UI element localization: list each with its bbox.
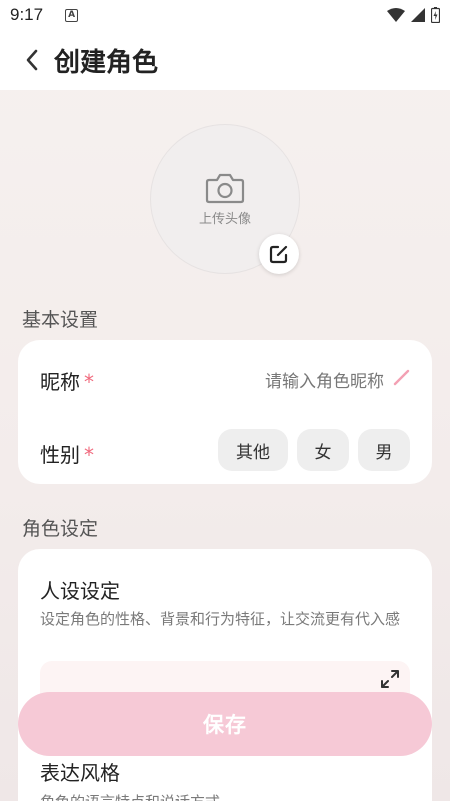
- gender-option-other[interactable]: 其他: [218, 429, 288, 471]
- pencil-icon[interactable]: [392, 367, 412, 387]
- gender-label: 性别 *: [40, 439, 94, 468]
- role-settings-title: 角色设定: [22, 518, 99, 540]
- edit-avatar-button[interactable]: [259, 234, 299, 274]
- save-button[interactable]: 保存: [18, 692, 432, 756]
- style-title: 表达风格: [40, 761, 120, 785]
- required-mark: *: [84, 443, 94, 467]
- edit-icon: [269, 245, 288, 264]
- expand-icon[interactable]: [380, 669, 400, 689]
- role-settings-card: 人设设定 设定角色的性格、背景和行为特征，让交流更有代入感 表达风格 角色的语言…: [18, 549, 432, 801]
- persona-description: 设定角色的性格、背景和行为特征，让交流更有代入感: [40, 610, 401, 628]
- style-description: 角色的语言特点和说话方式: [40, 791, 220, 801]
- required-mark: *: [84, 370, 94, 394]
- app-bar: 创建角色: [0, 30, 450, 90]
- basic-settings-card: 昵称 * 请输入角色昵称 性别 * 其他 女 男: [18, 340, 432, 484]
- nickname-label-text: 昵称: [40, 370, 80, 394]
- signal-icon: [411, 8, 425, 22]
- gender-option-male[interactable]: 男: [358, 429, 410, 471]
- status-time: 9:17: [10, 5, 44, 24]
- battery-icon: [431, 7, 440, 23]
- upload-avatar-label: 上传头像: [198, 211, 251, 227]
- gender-option-female[interactable]: 女: [297, 429, 349, 471]
- wifi-icon: [387, 8, 405, 22]
- nickname-input[interactable]: 请输入角色昵称: [265, 367, 384, 392]
- status-bar: 9:17 A: [0, 0, 450, 30]
- basic-settings-title: 基本设置: [22, 309, 99, 331]
- page-title: 创建角色: [54, 47, 159, 78]
- back-button[interactable]: [12, 40, 52, 80]
- chevron-left-icon: [26, 49, 38, 71]
- persona-title: 人设设定: [40, 579, 120, 603]
- nickname-label: 昵称 *: [40, 366, 94, 395]
- gender-label-text: 性别: [40, 443, 80, 467]
- status-icons: [387, 7, 440, 23]
- camera-icon: [205, 173, 245, 203]
- notification-icon: A: [65, 8, 79, 22]
